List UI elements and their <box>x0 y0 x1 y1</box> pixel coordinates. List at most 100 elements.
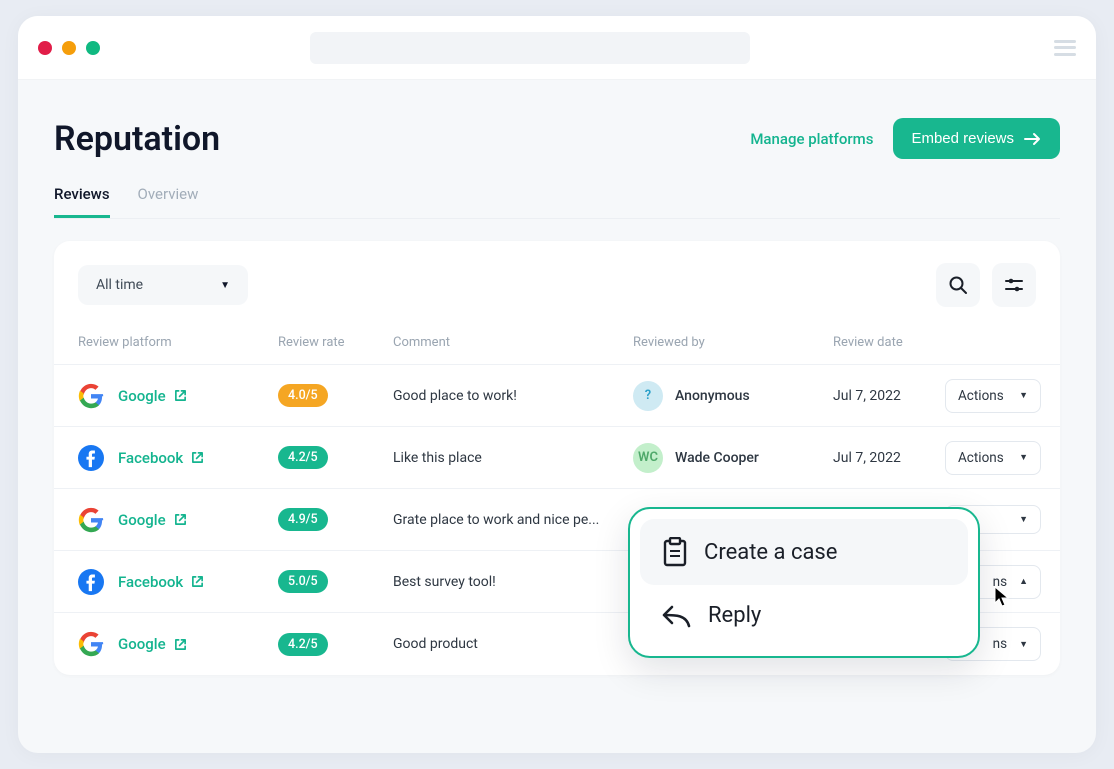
facebook-icon <box>78 445 104 471</box>
time-filter-label: All time <box>96 277 143 293</box>
platform-cell: Google <box>78 507 278 533</box>
external-link-icon <box>174 513 187 526</box>
tabs: Reviews Overview <box>54 185 1060 219</box>
date-cell: Jul 7, 2022 <box>833 450 945 466</box>
rate-badge: 5.0/5 <box>278 570 328 593</box>
search-icon <box>948 275 968 295</box>
platform-link[interactable]: Google <box>118 511 187 529</box>
search-button[interactable] <box>936 263 980 307</box>
platform-link[interactable]: Facebook <box>118 449 204 467</box>
toolbar-right <box>936 263 1036 307</box>
chevron-down-icon: ▼ <box>220 280 230 291</box>
rate-badge: 4.2/5 <box>278 446 328 469</box>
platform-name: Google <box>118 511 166 529</box>
actions-cell: Actions ▼ <box>945 441 1055 475</box>
create-case-item[interactable]: Create a case <box>640 519 968 585</box>
reply-item[interactable]: Reply <box>640 585 968 646</box>
platform-cell: Google <box>78 383 278 409</box>
col-platform: Review platform <box>78 335 278 350</box>
rate-cell: 4.2/5 <box>278 446 393 469</box>
chevron-icon: ▼ <box>1019 639 1028 650</box>
platform-cell: Google <box>78 631 278 657</box>
comment-cell: Good product <box>393 636 633 652</box>
platform-name: Facebook <box>118 573 183 591</box>
external-link-icon <box>174 638 187 651</box>
maximize-window-button[interactable] <box>86 41 100 55</box>
rate-badge: 4.9/5 <box>278 508 328 531</box>
tab-reviews[interactable]: Reviews <box>54 185 110 218</box>
platform-link[interactable]: Google <box>118 387 187 405</box>
external-link-icon <box>174 389 187 402</box>
chevron-down-icon: ▼ <box>1019 390 1028 401</box>
chevron-down-icon: ▼ <box>1019 452 1028 463</box>
rate-badge: 4.0/5 <box>278 384 328 407</box>
actions-label: Actions <box>958 450 1004 466</box>
reviewer-name: Anonymous <box>675 388 750 404</box>
arrow-right-icon <box>1024 132 1042 146</box>
date-cell: Jul 7, 2022 <box>833 388 945 404</box>
filter-button[interactable] <box>992 263 1036 307</box>
tab-overview[interactable]: Overview <box>138 185 199 218</box>
actions-button[interactable]: Actions ▼ <box>945 379 1041 413</box>
table-header: Review platform Review rate Comment Revi… <box>54 321 1060 365</box>
col-comment: Comment <box>393 335 633 350</box>
page-header: Reputation Manage platforms Embed review… <box>54 118 1060 159</box>
create-case-label: Create a case <box>704 540 837 565</box>
col-rate: Review rate <box>278 335 393 350</box>
actions-button[interactable]: Actions ▼ <box>945 441 1041 475</box>
facebook-icon <box>78 569 104 595</box>
menu-icon[interactable] <box>1054 40 1076 56</box>
toolbar: All time ▼ <box>54 263 1060 321</box>
time-filter-select[interactable]: All time ▼ <box>78 265 248 305</box>
titlebar <box>18 16 1096 80</box>
platform-name: Google <box>118 387 166 405</box>
rate-cell: 4.2/5 <box>278 633 393 656</box>
page-title: Reputation <box>54 119 220 159</box>
reply-icon <box>662 604 692 628</box>
comment-cell: Best survey tool! <box>393 574 633 590</box>
header-actions: Manage platforms Embed reviews <box>750 118 1060 159</box>
actions-cell: Actions ▼ <box>945 379 1055 413</box>
manage-platforms-link[interactable]: Manage platforms <box>750 130 873 148</box>
table-row: Google 4.0/5 Good place to work!? Anonymous… <box>54 365 1060 427</box>
chevron-icon: ▲ <box>1019 576 1028 587</box>
rate-cell: 5.0/5 <box>278 570 393 593</box>
reviewer-cell: ? Anonymous <box>633 381 833 411</box>
embed-reviews-button[interactable]: Embed reviews <box>893 118 1060 159</box>
google-icon <box>78 383 104 409</box>
filter-icon <box>1005 277 1023 293</box>
rate-cell: 4.0/5 <box>278 384 393 407</box>
comment-cell: Like this place <box>393 450 633 466</box>
platform-name: Google <box>118 635 166 653</box>
col-date: Review date <box>833 335 945 350</box>
mouse-cursor-icon <box>994 586 1012 608</box>
close-window-button[interactable] <box>38 41 52 55</box>
google-icon <box>78 507 104 533</box>
actions-label: ns <box>993 636 1007 652</box>
minimize-window-button[interactable] <box>62 41 76 55</box>
avatar: ? <box>633 381 663 411</box>
rate-badge: 4.2/5 <box>278 633 328 656</box>
external-link-icon <box>191 451 204 464</box>
platform-link[interactable]: Google <box>118 635 187 653</box>
embed-reviews-label: Embed reviews <box>911 130 1014 147</box>
comment-cell: Grate place to work and nice pe... <box>393 512 633 528</box>
traffic-lights <box>38 41 100 55</box>
clipboard-icon <box>662 537 688 567</box>
avatar: WC <box>633 443 663 473</box>
platform-cell: Facebook <box>78 569 278 595</box>
google-icon <box>78 631 104 657</box>
platform-cell: Facebook <box>78 445 278 471</box>
reviewer-cell: WCWade Cooper <box>633 443 833 473</box>
platform-name: Facebook <box>118 449 183 467</box>
external-link-icon <box>191 575 204 588</box>
chevron-icon: ▼ <box>1019 514 1028 525</box>
actions-label: Actions <box>958 388 1004 404</box>
reply-label: Reply <box>708 603 761 628</box>
col-reviewer: Reviewed by <box>633 335 833 350</box>
rate-cell: 4.9/5 <box>278 508 393 531</box>
url-bar[interactable] <box>310 32 750 64</box>
platform-link[interactable]: Facebook <box>118 573 204 591</box>
table-row: Facebook 4.2/5 Like this placeWCWade Coope… <box>54 427 1060 489</box>
comment-cell: Good place to work! <box>393 388 633 404</box>
